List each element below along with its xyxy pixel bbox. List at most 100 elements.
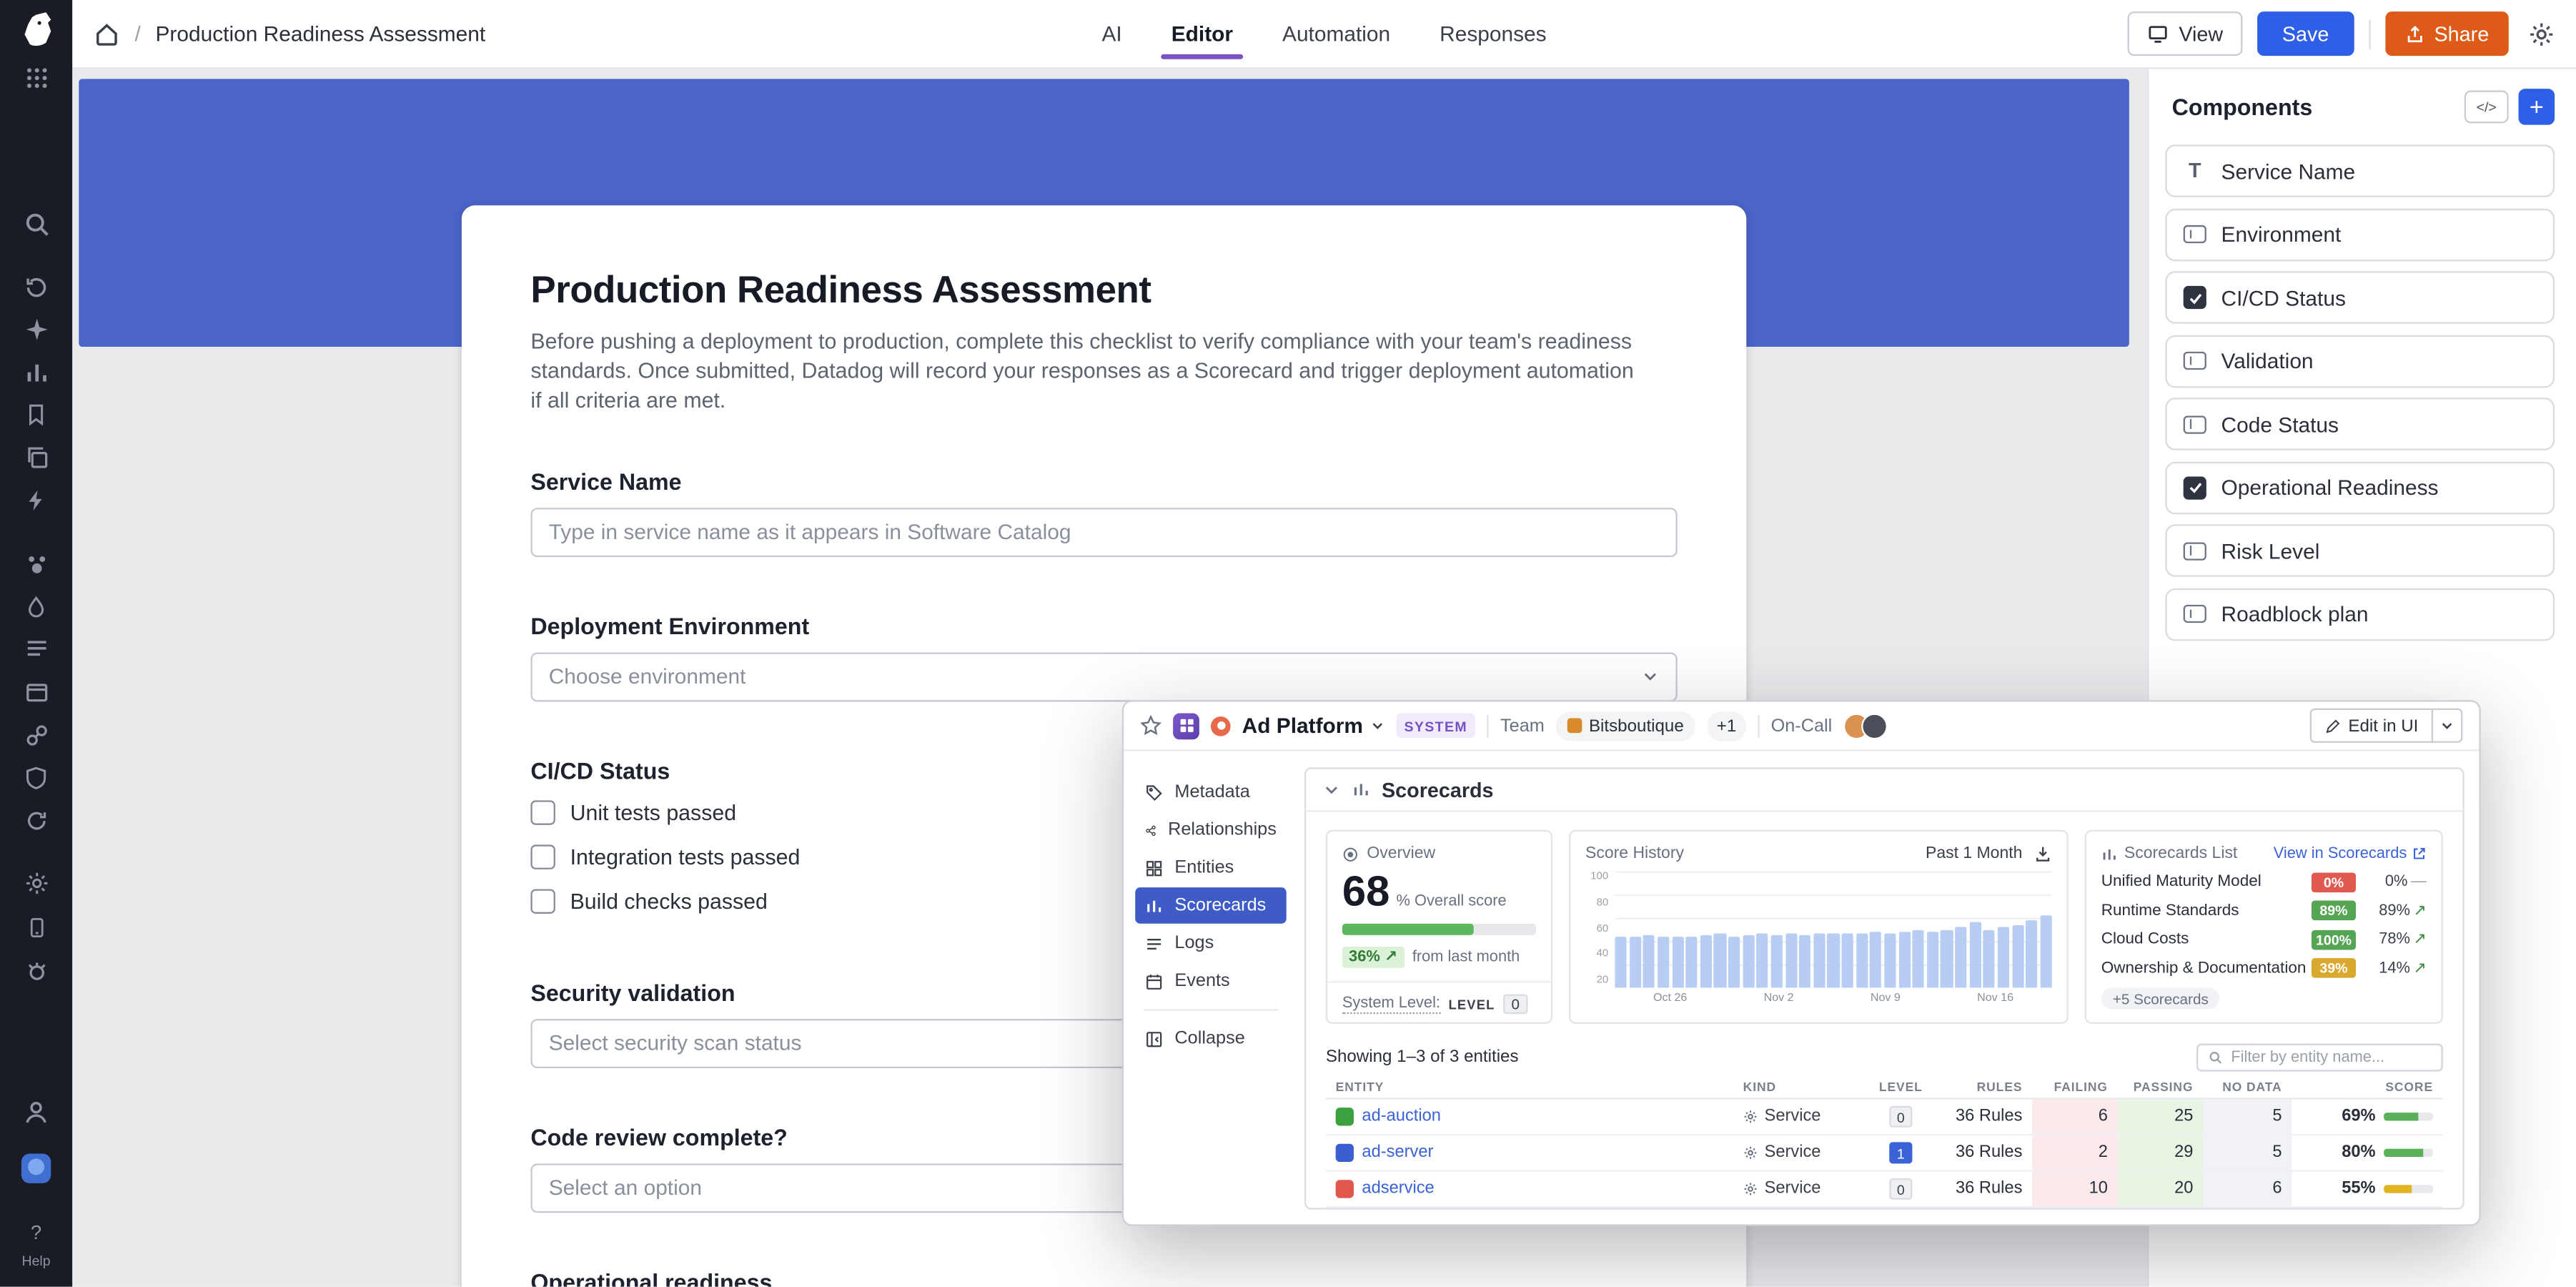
history-icon[interactable] [0,275,72,301]
search-icon[interactable] [0,210,72,238]
level-badge: 0 [1889,1178,1912,1200]
toolbar-actions: View Save Share [2128,11,2576,56]
score-progress-bar [1342,924,1536,935]
bits-ai-icon[interactable] [0,317,72,342]
table-row[interactable]: adservice Service 0 36 Rules 10 20 6 55% [1326,1172,2443,1208]
toolbar-divider [2369,19,2370,48]
team-badge[interactable]: Bitsboutique [1556,711,1695,740]
settings-gear-icon[interactable] [2528,21,2555,47]
logs-icon[interactable] [0,636,72,661]
share-button[interactable]: Share [2385,11,2509,56]
metrics-icon[interactable] [0,360,72,384]
service-name-dropdown[interactable]: Ad Platform [1242,714,1384,738]
error-tracking-icon[interactable] [0,958,72,982]
edit-dropdown-button[interactable] [2433,709,2462,743]
star-icon[interactable] [1140,715,1161,736]
team-extra-badge[interactable]: +1 [1707,711,1746,740]
bookmark-icon[interactable] [0,403,72,427]
component-item-operational-readiness[interactable]: Operational Readiness [2165,461,2555,514]
code-view-button[interactable]: </> [2464,90,2509,123]
view-button[interactable]: View [2128,11,2243,56]
table-row[interactable]: ad-server Service 1 36 Rules 2 29 5 80% [1326,1135,2443,1172]
oncall-avatars[interactable] [1843,712,1888,739]
entity-filter-input[interactable] [2196,1042,2443,1070]
section-title: Scorecards [1382,778,1494,801]
service-preview-popup: Ad Platform SYSTEM Team Bitsboutique +1 … [1122,700,2481,1226]
time-range-label[interactable]: Past 1 Month [1926,844,2022,862]
view-icon [2148,23,2169,44]
component-item-cicd-status[interactable]: CI/CD Status [2165,271,2555,324]
input-field-icon [2184,415,2206,433]
table-row[interactable]: ad-auction Service 0 36 Rules 6 25 5 69% [1326,1100,2443,1136]
apps-grid-icon[interactable] [0,66,72,90]
scorecard-row[interactable]: Cloud Costs 100% 78%↗ [2101,930,2427,950]
scorecard-row[interactable]: Unified Maturity Model 0% 0%— [2101,872,2427,892]
copy-icon[interactable] [0,445,72,470]
nav-item-logs[interactable]: Logs [1135,925,1286,962]
nav-item-entities[interactable]: Entities [1135,849,1286,886]
overall-score: 68 [1342,869,1389,912]
tab-editor[interactable]: Editor [1171,0,1233,67]
nav-item-events[interactable]: Events [1135,963,1286,1000]
home-icon[interactable] [94,21,120,47]
field-environment: Deployment Environment Choose environmen… [530,613,1677,701]
download-icon[interactable] [2034,844,2052,862]
environment-select[interactable]: Choose environment [530,652,1677,701]
entity-logo [1336,1180,1354,1198]
entity-link[interactable]: adservice [1362,1180,1434,1198]
score-history-xaxis: Oct 26Nov 2Nov 9Nov 16 [1615,992,2051,1009]
input-field-icon [2184,541,2206,559]
workspace-avatar[interactable] [0,1154,72,1183]
more-scorecards-badge[interactable]: +5 Scorecards [2101,987,2220,1009]
component-item-roadblock-plan[interactable]: Roadblock plan [2165,588,2555,641]
settings-icon[interactable] [0,871,72,895]
score-history-chart: 10080604020 Oct 26Nov 2Nov 9Nov 16 [1585,871,2052,1009]
environment-label: Deployment Environment [530,613,1677,639]
nav-item-scorecards[interactable]: Scorecards [1135,887,1286,924]
scorecard-row[interactable]: Ownership & Documentation 39% 14%↗ [2101,958,2427,978]
incidents-icon[interactable] [0,595,72,619]
entity-logo [1336,1144,1354,1162]
table-header-row: ENTITY KIND LEVEL RULES FAILING PASSING … [1326,1075,2443,1099]
collapse-chevron-icon[interactable] [1322,781,1340,799]
tab-automation[interactable]: Automation [1282,0,1390,67]
breadcrumb-title: Production Readiness Assessment [155,21,485,46]
save-button[interactable]: Save [2257,11,2353,56]
view-in-scorecards-link[interactable]: View in Scorecards [2274,844,2427,862]
security-icon[interactable] [0,766,72,790]
entity-link[interactable]: ad-server [1362,1144,1433,1162]
score-history-bars [1615,871,2051,987]
service-kind-icon [1743,1182,1758,1197]
monitors-icon[interactable] [0,552,72,576]
nav-item-metadata[interactable]: Metadata [1135,774,1286,811]
edit-in-ui-button[interactable]: Edit in UI [2311,709,2433,743]
api-catalog-icon[interactable] [0,723,72,747]
score-history-card: Score History Past 1 Month 10080604020 O… [1569,830,2069,1024]
component-item-environment[interactable]: Environment [2165,208,2555,261]
tab-responses[interactable]: Responses [1440,0,1547,67]
apm-icon[interactable] [0,681,72,705]
input-field-icon [2184,225,2206,243]
top-bar: / Production Readiness Assessment AI Edi… [72,0,2576,69]
component-item-code-status[interactable]: Code Status [2165,398,2555,450]
component-item-validation[interactable]: Validation [2165,335,2555,388]
score-badge: 0% [2312,872,2356,892]
scorecard-row[interactable]: Runtime Standards 89% 89%↗ [2101,901,2427,921]
field-operational-readiness: Operational readiness [530,1268,1677,1287]
entity-link[interactable]: ad-auction [1362,1108,1441,1125]
account-icon[interactable] [0,1100,72,1126]
nav-item-relationships[interactable]: Relationships [1135,812,1286,848]
help-icon[interactable]: ? [0,1221,72,1244]
service-name-input[interactable] [530,507,1677,556]
add-component-button[interactable]: + [2519,89,2555,125]
operational-label: Operational readiness [530,1268,1677,1287]
datadog-logo[interactable] [0,10,72,49]
tab-ai[interactable]: AI [1102,0,1122,67]
component-item-service-name[interactable]: T Service Name [2165,144,2555,197]
field-service-name: Service Name [530,468,1677,556]
nav-item-collapse[interactable]: Collapse [1135,1020,1286,1057]
mobile-icon[interactable] [0,915,72,940]
quick-actions-icon[interactable] [0,488,72,513]
component-item-risk-level[interactable]: Risk Level [2165,524,2555,577]
sync-icon[interactable] [0,809,72,833]
